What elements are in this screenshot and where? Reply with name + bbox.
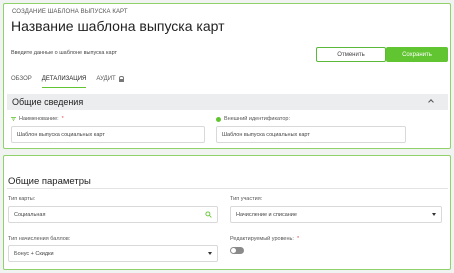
editable-level-toggle[interactable] [230, 247, 244, 254]
general-params-card: Общие параметры Тип карты: Социальная Ти… [3, 155, 451, 270]
divider [7, 188, 448, 189]
card-type-label-text: Тип карты: [8, 196, 36, 202]
external-id-field[interactable]: Шаблон выпуска социальных карт [216, 126, 406, 143]
participation-select[interactable]: Начисление и списание [230, 206, 442, 223]
lock-icon [118, 76, 125, 82]
card-type-label: Тип карты: [8, 196, 35, 202]
required-mark: * [61, 116, 64, 122]
breadcrumb: СОЗДАНИЕ ШАБЛОНА ВЫПУСКА КАРТ [12, 9, 128, 15]
tab-bar: ОБЗОР ДЕТАЛИЗАЦИЯ АУДИТ [11, 73, 134, 88]
name-field-value: Шаблон выпуска социальных карт [17, 131, 105, 138]
chevron-up-icon[interactable] [428, 99, 434, 105]
external-id-value: Шаблон выпуска социальных карт [222, 131, 310, 138]
card-type-search-field[interactable]: Социальная [8, 206, 218, 223]
chevron-down-icon [208, 252, 212, 255]
editable-level-label: Редактируемый уровень: * [230, 236, 299, 242]
filter-icon [11, 117, 16, 121]
general-section-header[interactable]: Общие сведения [7, 94, 448, 110]
name-label-text: Наименование: [19, 116, 59, 122]
page-hint: Введите данные о шаблоне выпуска карт [11, 50, 118, 56]
tab-audit[interactable]: АУДИТ [96, 73, 125, 88]
accrual-value: Бонус + Скидки [14, 250, 54, 257]
cancel-button[interactable]: Отменить [316, 47, 386, 62]
page-title: Название шаблона выпуска карт [11, 18, 225, 34]
accrual-label: Тип начисления баллов: [8, 236, 70, 242]
external-id-label-text: Внешний идентификатор: [224, 116, 291, 122]
general-section-title: Общие сведения [12, 97, 84, 107]
tab-audit-label: АУДИТ [96, 76, 116, 82]
participation-label: Тип участия: [230, 196, 262, 202]
tab-overview[interactable]: ОБЗОР [11, 73, 32, 88]
editable-level-label-text: Редактируемый уровень: [230, 236, 294, 242]
tab-overview-label: ОБЗОР [11, 76, 32, 82]
name-field[interactable]: Шаблон выпуска социальных карт [11, 126, 205, 143]
save-button[interactable]: Сохранить [386, 47, 448, 62]
accrual-select[interactable]: Бонус + Скидки [8, 245, 218, 262]
accrual-label-text: Тип начисления баллов: [8, 236, 71, 242]
external-id-label: Внешний идентификатор: [216, 116, 290, 122]
participation-label-text: Тип участия: [230, 196, 263, 202]
template-header-card: СОЗДАНИЕ ШАБЛОНА ВЫПУСКА КАРТ Название ш… [3, 3, 451, 149]
params-section-title: Общие параметры [8, 176, 91, 187]
search-icon[interactable] [205, 211, 212, 218]
participation-value: Начисление и списание [236, 211, 297, 218]
card-type-value: Социальная [14, 211, 46, 218]
required-mark: * [296, 236, 300, 242]
tab-details-label: ДЕТАЛИЗАЦИЯ [41, 75, 87, 82]
name-field-label: Наименование: * [11, 116, 64, 122]
chevron-down-icon [432, 213, 436, 216]
status-dot-icon [216, 116, 221, 122]
tab-details[interactable]: ДЕТАЛИЗАЦИЯ [41, 73, 87, 88]
